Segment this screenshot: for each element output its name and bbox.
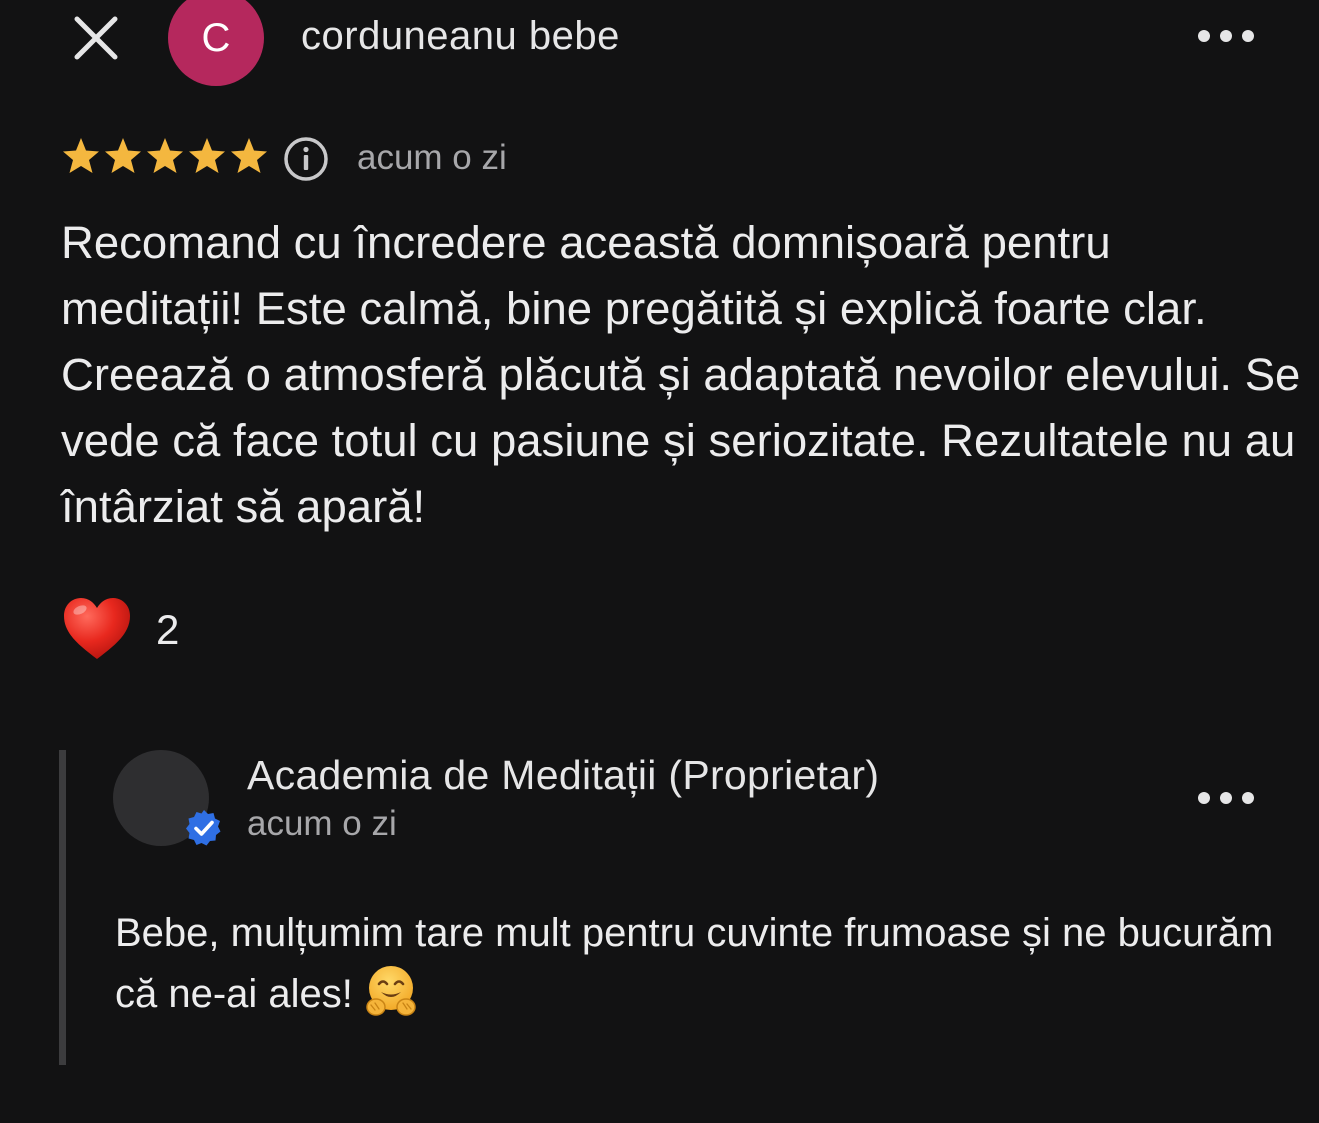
- star-icon: [231, 138, 267, 173]
- owner-name[interactable]: Academia de Meditații (Proprietar): [247, 752, 879, 799]
- close-button[interactable]: [70, 12, 122, 64]
- verified-badge-icon: [184, 808, 224, 848]
- owner-reply-text: Bebe, mulțumim tare mult pentru cuvinte …: [115, 903, 1275, 1024]
- star-icon: [105, 138, 141, 173]
- reaction-count: 2: [156, 606, 180, 653]
- reply-divider: [59, 750, 66, 1065]
- review-detail-screen: C corduneanu bebe acum o zi Recomand cu …: [0, 0, 1319, 1123]
- star-icon: [63, 138, 99, 173]
- info-button[interactable]: [283, 136, 329, 182]
- more-options-button[interactable]: [1198, 24, 1254, 48]
- heart-icon: [64, 598, 130, 659]
- info-icon: [284, 137, 328, 181]
- close-icon: [74, 16, 118, 60]
- owner-reply-body: Bebe, mulțumim tare mult pentru cuvinte …: [115, 911, 1274, 1016]
- more-horizontal-icon: [1198, 30, 1210, 42]
- star-icon: [147, 138, 183, 173]
- review-text: Recomand cu încredere această domnișoară…: [61, 217, 1301, 532]
- owner-reply-time: acum o zi: [247, 804, 397, 843]
- more-horizontal-icon: [1198, 792, 1210, 804]
- star-rating: [60, 134, 270, 178]
- reply-more-options-button[interactable]: [1198, 786, 1254, 810]
- reviewer-initial: C: [201, 15, 231, 60]
- reviewer-avatar[interactable]: C: [168, 0, 264, 86]
- star-icon: [189, 138, 225, 173]
- hugging-face-emoji: [366, 966, 416, 1016]
- review-time: acum o zi: [357, 138, 507, 177]
- heart-reaction-button[interactable]: [62, 596, 132, 662]
- reviewer-name[interactable]: corduneanu bebe: [301, 14, 620, 59]
